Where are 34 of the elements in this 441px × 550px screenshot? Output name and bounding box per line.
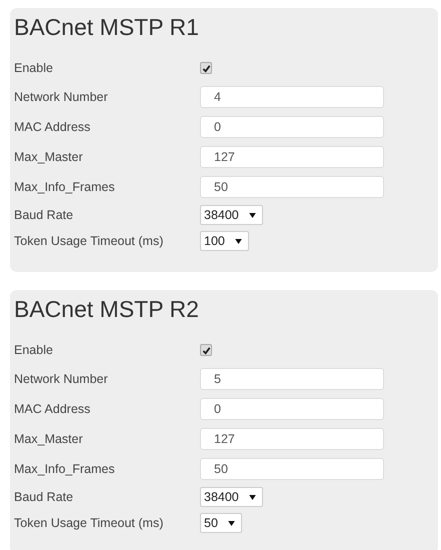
panel-title: BACnet MSTP R2 [14, 295, 200, 324]
dropdown[interactable]: 100 [200, 231, 249, 251]
caret-icon [248, 494, 256, 500]
field-label: Baud Rate [14, 208, 74, 222]
input-field[interactable]: 50 [200, 176, 384, 198]
input-field[interactable]: 5 [200, 368, 384, 390]
field-label: Max_Master [14, 150, 84, 164]
field-label: MAC Address [14, 120, 92, 134]
input-field[interactable]: 4 [200, 86, 384, 108]
dropdown[interactable]: 38400 [200, 487, 263, 507]
field-label: Token Usage Timeout (ms) [14, 516, 164, 530]
field-label: Baud Rate [14, 490, 74, 504]
panel-title: BACnet MSTP R1 [14, 13, 200, 42]
dropdown[interactable]: 50 [200, 513, 242, 533]
field-label: Max_Master [14, 432, 84, 446]
field-label: Token Usage Timeout (ms) [14, 234, 164, 248]
input-field[interactable]: 127 [200, 146, 384, 168]
input-field[interactable]: 50 [200, 458, 384, 480]
enable-checkbox[interactable] [200, 344, 212, 356]
field-label: Network Number [14, 372, 109, 386]
field-label: Network Number [14, 90, 109, 104]
field-label: Max_Info_Frames [14, 180, 116, 194]
field-label: Enable [14, 61, 54, 75]
caret-icon [234, 238, 242, 244]
field-label: MAC Address [14, 402, 92, 416]
input-field[interactable]: 127 [200, 428, 384, 450]
enable-checkbox[interactable] [200, 62, 212, 74]
caret-icon [228, 520, 235, 526]
field-label: Enable [14, 343, 54, 357]
field-label: Max_Info_Frames [14, 462, 116, 476]
input-field[interactable]: 0 [200, 116, 384, 138]
input-field[interactable]: 0 [200, 398, 384, 420]
dropdown[interactable]: 38400 [200, 205, 263, 225]
caret-icon [248, 212, 256, 218]
